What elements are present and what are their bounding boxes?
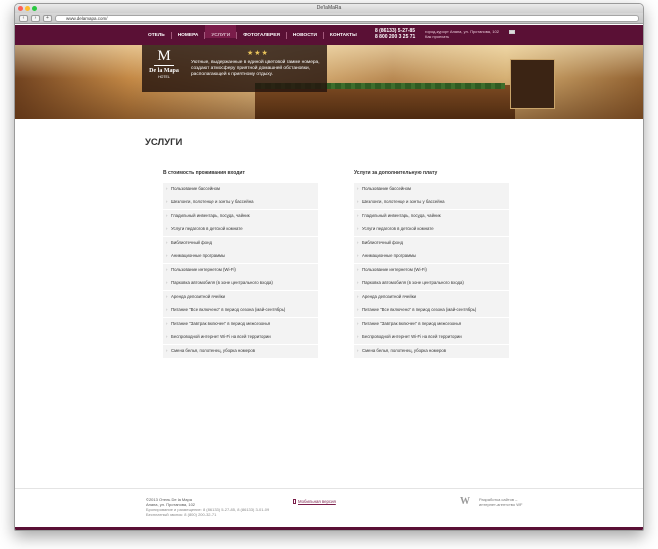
extra-heading: Услуги за дополнительную плату (354, 170, 438, 176)
cabinet-photo (510, 59, 555, 109)
hotel-logo[interactable]: M De la Mapa HOTEL (146, 47, 182, 90)
address-bar[interactable]: www.delamapa.com/ (55, 14, 639, 22)
service-item: Шезлонги, полотенце и зонты у бассейна (354, 196, 509, 210)
service-item: Библиотечный фонд (354, 236, 509, 250)
website: Отель Номера Услуги Фотогалерея Новости … (15, 25, 643, 530)
service-item: Услуги педагогов в детской комнате (354, 223, 509, 237)
footer: ©2013 Отель De la Mapa Анапа, ул. Протап… (15, 488, 643, 530)
mobile-version-label: Мобильная версия (298, 499, 336, 504)
mobile-phone-icon (293, 499, 296, 504)
nav-rooms[interactable]: Номера (172, 25, 205, 38)
maximize-window-icon[interactable] (32, 6, 37, 11)
service-item: Пользование интернетом (Wi-Fi) (163, 263, 318, 277)
free-call: Бесплатный звонок: 8 (800) 200-32-71 (146, 512, 217, 517)
service-item: Питание "Завтрак включен" в период межсе… (354, 317, 509, 331)
address-text: www.delamapa.com/ (66, 15, 108, 21)
nav-contacts[interactable]: Контакты (324, 25, 363, 38)
footer-info: ©2013 Отель De la Mapa Анапа, ул. Протап… (146, 497, 269, 517)
nav-news[interactable]: Новости (287, 25, 323, 38)
service-item: Гладильный инвентарь, посуда, чайник (163, 209, 318, 223)
mobile-version-link[interactable]: Мобильная версия (293, 499, 336, 504)
service-item: Услуги педагогов в детской комнате (163, 223, 318, 237)
logo-name: De la Mapa (149, 68, 179, 74)
developer-credit[interactable]: Разработка сайтов – интернет-агентство W… (479, 497, 522, 507)
main-content: Услуги В стоимость проживания входит Пол… (145, 137, 525, 358)
main-nav: Отель Номера Услуги Фотогалерея Новости … (15, 25, 643, 45)
page-title: Услуги (145, 137, 183, 148)
language-flag-icon[interactable] (509, 30, 515, 34)
service-item: Парковка автомобиля (в зоне центрального… (354, 277, 509, 291)
logo-mark: M (154, 48, 174, 66)
service-item: Питание "Все включено" в период сезона (… (354, 304, 509, 318)
directions-link[interactable]: Как проехать (425, 34, 499, 39)
service-item: Беспроводной интернет Wi-Fi на всей терр… (163, 331, 318, 345)
service-item: Парковка автомобиля (в зоне центрального… (163, 277, 318, 291)
developer-line2: интернет-агентство WF (479, 502, 523, 507)
back-icon[interactable]: ‹ (19, 14, 28, 22)
hero-banner (15, 45, 643, 119)
browser-toolbar: ‹ › + www.delamapa.com/ (15, 13, 643, 24)
nav-services[interactable]: Услуги (205, 25, 237, 38)
hero-slogan: Уютные, выдержанные в единой цветовой га… (191, 60, 320, 77)
nav-hotel[interactable]: Отель (142, 25, 171, 38)
title-bar: De'laMaRa (15, 4, 643, 13)
extra-services: Услуги за дополнительную плату Пользован… (354, 170, 509, 358)
included-heading: В стоимость проживания входит (163, 170, 245, 176)
service-item: Гладильный инвентарь, посуда, чайник (354, 209, 509, 223)
minimize-window-icon[interactable] (25, 6, 30, 11)
phone-secondary[interactable]: 8 800 200 3 25 71 (375, 34, 415, 40)
service-item: Анимационные программы (354, 250, 509, 264)
developer-logo-icon[interactable]: W (460, 497, 477, 507)
service-item: Смена белья, полотенец, уборка номеров (354, 344, 509, 358)
service-item: Питание "Завтрак включен" в период межсе… (163, 317, 318, 331)
service-item: Питание "Все включено" в период сезона (… (163, 304, 318, 318)
service-item: Беспроводной интернет Wi-Fi на всей терр… (354, 331, 509, 345)
service-item: Шезлонги, полотенце и зонты у бассейна (163, 196, 318, 210)
service-item: Аренда депозитной ячейки (354, 290, 509, 304)
service-item: Аренда депозитной ячейки (163, 290, 318, 304)
phone-block: 8 (86133) 5-27-85 8 800 200 3 25 71 (375, 28, 415, 40)
service-item: Анимационные программы (163, 250, 318, 264)
service-item: Пользование бассейном (354, 183, 509, 196)
service-item: Пользование интернетом (Wi-Fi) (354, 263, 509, 277)
nav-gallery[interactable]: Фотогалерея (237, 25, 286, 38)
close-window-icon[interactable] (18, 6, 23, 11)
footer-bar (15, 527, 643, 530)
star-rating: ★★★ (247, 50, 269, 57)
browser-window: De'laMaRa ‹ › + www.delamapa.com/ Отель … (14, 3, 644, 531)
logo-sub: HOTEL (158, 75, 170, 79)
forward-icon[interactable]: › (31, 14, 40, 22)
service-item: Библиотечный фонд (163, 236, 318, 250)
service-item: Пользование бассейном (163, 183, 318, 196)
window-title: De'laMaRa (316, 5, 342, 11)
included-services: В стоимость проживания входит Пользовани… (163, 170, 318, 358)
add-tab-icon[interactable]: + (43, 14, 52, 22)
service-item: Смена белья, полотенец, уборка номеров (163, 344, 318, 358)
address-block: город-курорт Анапа, ул. Протапова, 102 К… (425, 29, 499, 39)
